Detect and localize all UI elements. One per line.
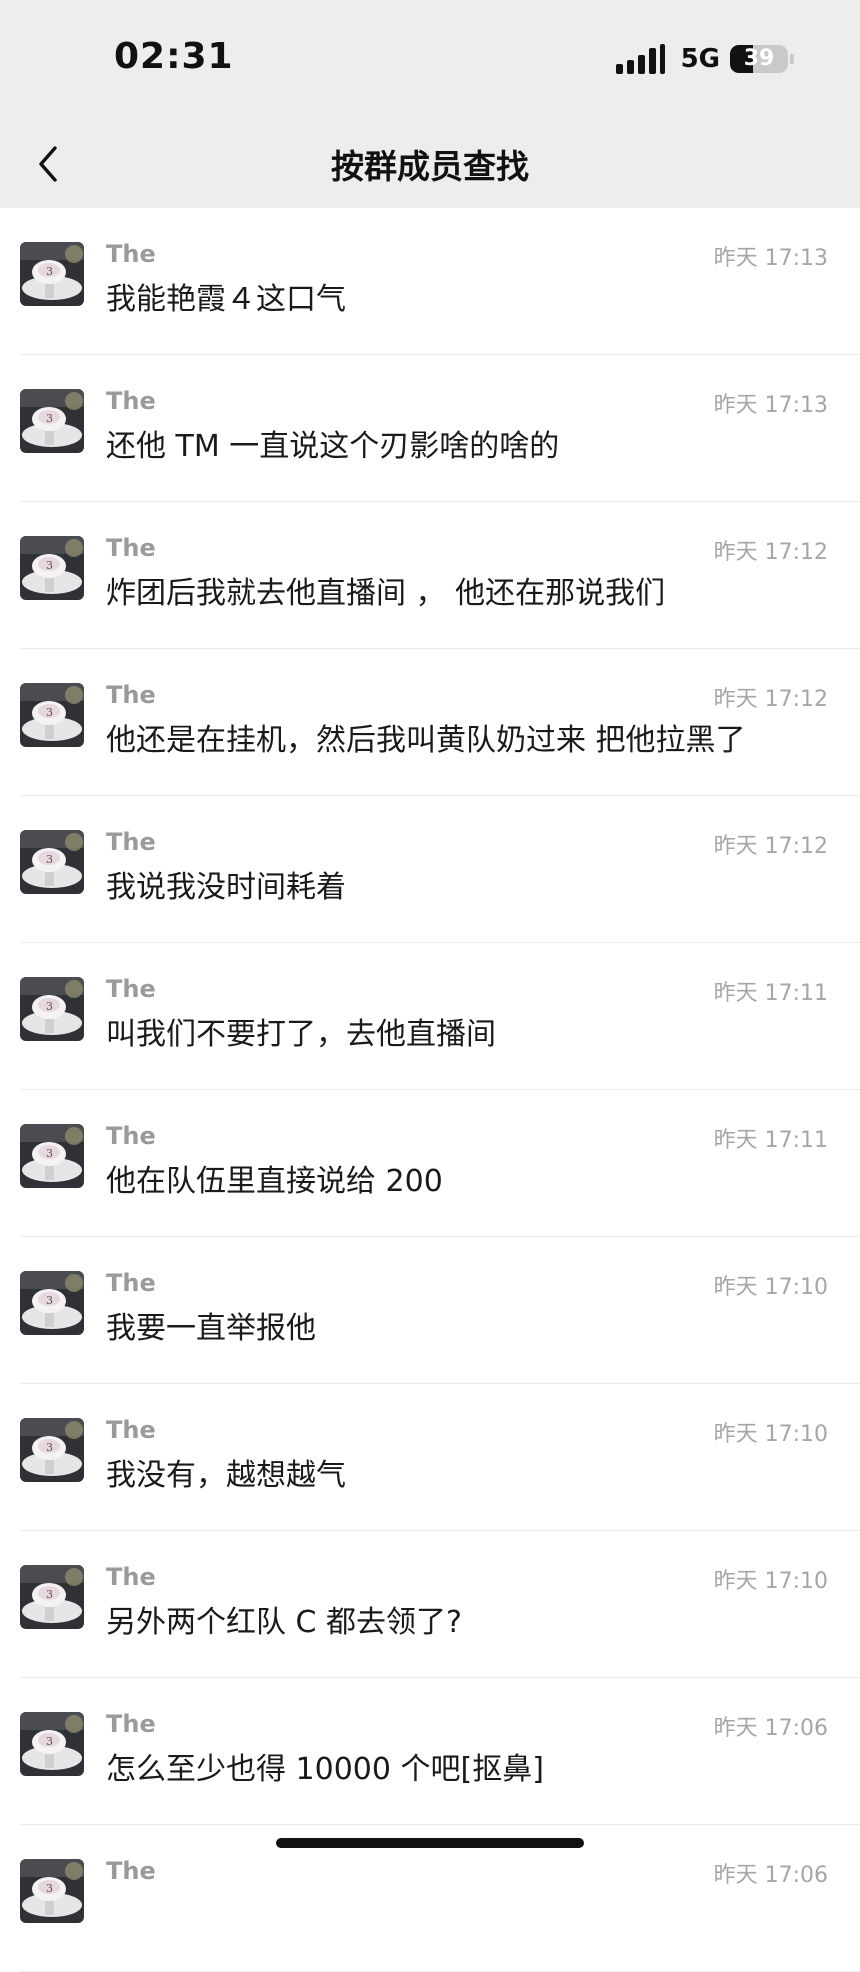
avatar[interactable]: 3 (20, 1418, 84, 1482)
network-type: 5G (680, 44, 720, 74)
message-text: 叫我们不要打了，去他直播间 (106, 1017, 496, 1052)
message-row[interactable]: 3 The 昨天 17:10 我要一直举报他 (0, 1237, 860, 1384)
sender-name: The (106, 828, 156, 856)
sender-name: The (106, 1857, 156, 1885)
svg-text:3: 3 (46, 265, 53, 278)
message-row[interactable]: 3 The 昨天 17:12 我说我没时间耗着 (0, 796, 860, 943)
svg-text:3: 3 (46, 1147, 53, 1160)
message-row[interactable]: 3 The 昨天 17:11 他在队伍里直接说给 200 (0, 1090, 860, 1237)
page-title: 按群成员查找 (331, 147, 529, 186)
message-time: 昨天 17:06 (713, 1863, 828, 1888)
message-time: 昨天 17:12 (713, 687, 828, 712)
battery-percent: 39 (743, 46, 775, 71)
svg-text:3: 3 (46, 706, 53, 719)
sender-name: The (106, 1710, 156, 1738)
message-time: 昨天 17:10 (713, 1569, 828, 1594)
message-row[interactable]: 3 The 昨天 17:13 我能艳霞４这口气 (0, 208, 860, 355)
message-row[interactable]: 3 The 昨天 17:11 叫我们不要打了，去他直播间 (0, 943, 860, 1090)
message-list: 3 The 昨天 17:13 我能艳霞４这口气 3 The 昨天 17:13 还… (0, 208, 860, 1972)
sender-name: The (106, 240, 156, 268)
message-time: 昨天 17:13 (713, 246, 828, 271)
sender-name: The (106, 1416, 156, 1444)
message-time: 昨天 17:13 (713, 393, 828, 418)
message-time: 昨天 17:11 (713, 981, 828, 1006)
message-time: 昨天 17:10 (713, 1422, 828, 1447)
svg-text:3: 3 (46, 412, 53, 425)
svg-text:3: 3 (46, 853, 53, 866)
sender-name: The (106, 681, 156, 709)
avatar[interactable]: 3 (20, 1124, 84, 1188)
svg-text:3: 3 (46, 1000, 53, 1013)
avatar[interactable]: 3 (20, 242, 84, 306)
message-text: 我说我没时间耗着 (106, 870, 346, 905)
message-text: 我没有，越想越气 (106, 1458, 346, 1493)
message-text: 另外两个红队 C 都去领了? (106, 1605, 462, 1640)
message-time: 昨天 17:10 (713, 1275, 828, 1300)
svg-text:3: 3 (46, 1588, 53, 1601)
sender-name: The (106, 1122, 156, 1150)
message-text: 还他 TM 一直说这个刃影啥的啥的 (106, 429, 560, 464)
avatar[interactable]: 3 (20, 536, 84, 600)
message-time: 昨天 17:12 (713, 834, 828, 859)
svg-text:3: 3 (46, 1441, 53, 1454)
svg-text:3: 3 (46, 1294, 53, 1307)
sender-name: The (106, 1269, 156, 1297)
message-text: 炸团后我就去他直播间 ， 他还在那说我们 (106, 576, 666, 611)
top-bar: 02:31 5G 39 按群成员查找 (0, 0, 860, 208)
avatar[interactable]: 3 (20, 1859, 84, 1923)
message-row[interactable]: 3 The 昨天 17:12 他还是在挂机，然后我叫黄队奶过来 把他拉黑了 (0, 649, 860, 796)
avatar[interactable]: 3 (20, 1712, 84, 1776)
svg-text:3: 3 (46, 1735, 53, 1748)
message-text: 他在队伍里直接说给 200 (106, 1164, 443, 1199)
message-text: 怎么至少也得 10000 个吧[抠鼻] (106, 1752, 544, 1787)
message-row[interactable]: 3 The 昨天 17:10 另外两个红队 C 都去领了? (0, 1531, 860, 1678)
sender-name: The (106, 1563, 156, 1591)
message-text: 我要一直举报他 (106, 1311, 316, 1346)
avatar[interactable]: 3 (20, 1565, 84, 1629)
message-time: 昨天 17:12 (713, 540, 828, 565)
avatar[interactable]: 3 (20, 1271, 84, 1335)
avatar[interactable]: 3 (20, 977, 84, 1041)
message-row[interactable]: 3 The 昨天 17:13 还他 TM 一直说这个刃影啥的啥的 (0, 355, 860, 502)
message-time: 昨天 17:11 (713, 1128, 828, 1153)
sender-name: The (106, 975, 156, 1003)
avatar[interactable]: 3 (20, 683, 84, 747)
message-text: 他还是在挂机，然后我叫黄队奶过来 把他拉黑了 (106, 723, 746, 758)
message-row[interactable]: 3 The 昨天 17:12 炸团后我就去他直播间 ， 他还在那说我们 (0, 502, 860, 649)
svg-text:3: 3 (46, 559, 53, 572)
avatar[interactable]: 3 (20, 389, 84, 453)
home-indicator[interactable] (276, 1838, 584, 1848)
svg-text:3: 3 (46, 1882, 53, 1895)
message-row[interactable]: 3 The 昨天 17:06 怎么至少也得 10000 个吧[抠鼻] (0, 1678, 860, 1825)
status-time: 02:31 (114, 36, 234, 77)
battery-icon: 39 (730, 45, 788, 73)
message-time: 昨天 17:06 (713, 1716, 828, 1741)
message-row[interactable]: 3 The 昨天 17:10 我没有，越想越气 (0, 1384, 860, 1531)
signal-icon (615, 44, 665, 74)
battery-tip (790, 54, 794, 64)
status-icons: 5G 39 (615, 42, 794, 76)
sender-name: The (106, 387, 156, 415)
sender-name: The (106, 534, 156, 562)
avatar[interactable]: 3 (20, 830, 84, 894)
message-text: 我能艳霞４这口气 (106, 282, 346, 317)
